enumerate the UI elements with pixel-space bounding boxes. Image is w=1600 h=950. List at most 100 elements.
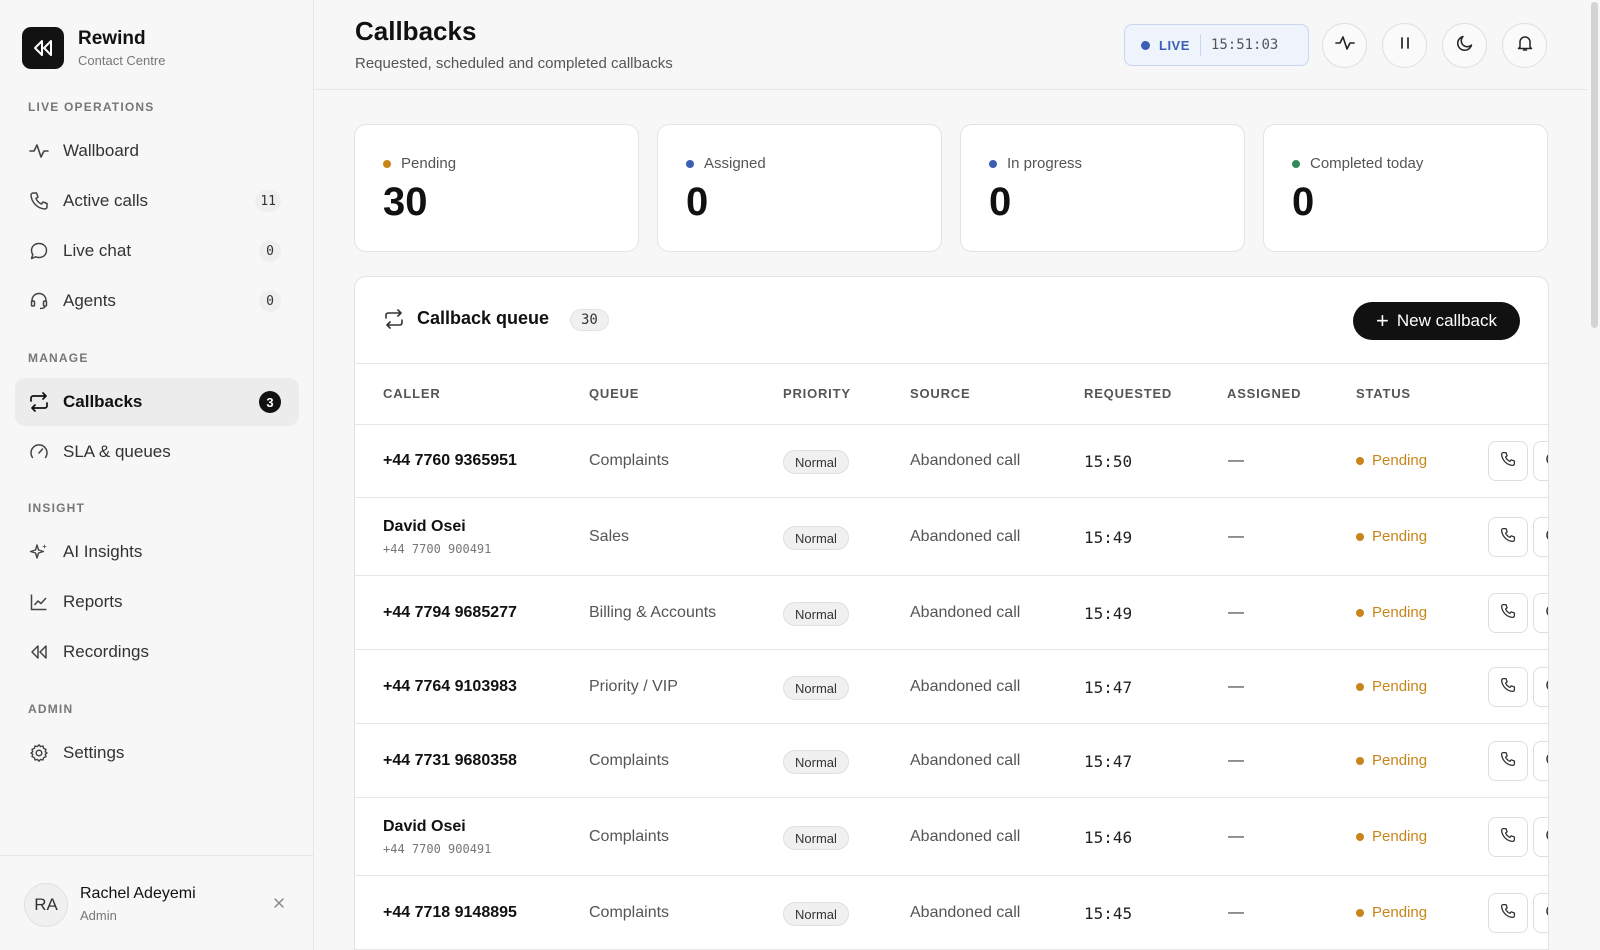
call-back-button[interactable] — [1488, 517, 1528, 557]
source-cell: Abandoned call — [910, 604, 1021, 621]
more-actions-button[interactable] — [1533, 741, 1548, 781]
avatar[interactable]: RA — [24, 883, 68, 927]
more-actions-button[interactable] — [1533, 667, 1548, 707]
scrollbar-thumb[interactable] — [1591, 2, 1598, 328]
status-badge: Pending — [1356, 604, 1427, 621]
column-header-caller[interactable]: CALLER — [383, 386, 441, 401]
table-row[interactable]: +44 7718 9148895 Complaints Normal Aband… — [355, 877, 1548, 950]
sidebar-item-recordings[interactable]: Recordings — [15, 628, 299, 676]
call-back-button[interactable] — [1488, 893, 1528, 933]
sidebar-item-reports[interactable]: Reports — [15, 578, 299, 626]
sidebar-item-label: Active calls — [63, 191, 149, 210]
status-label: Pending — [1372, 752, 1428, 769]
new-callback-label: New callback — [1396, 311, 1497, 330]
sidebar-item-sla-queues[interactable]: SLA & queues — [15, 428, 299, 476]
status-dot-icon — [383, 159, 391, 168]
call-back-button[interactable] — [1488, 441, 1528, 481]
table-row[interactable]: +44 7794 9685277 Billing & Accounts Norm… — [355, 577, 1548, 650]
source-cell: Abandoned call — [910, 828, 1021, 845]
requested-time: 15:47 — [1084, 678, 1133, 697]
priority-badge: Normal — [783, 602, 849, 626]
chart-line-icon — [28, 591, 50, 613]
column-header-status[interactable]: STATUS — [1356, 386, 1411, 401]
new-callback-button[interactable]: + New callback — [1353, 302, 1520, 340]
status-label: Pending — [1372, 678, 1428, 695]
callbacks-badge: 3 — [259, 391, 281, 413]
assigned-cell: — — [1228, 528, 1244, 545]
status-badge: Pending — [1356, 828, 1427, 845]
live-dot-icon — [1141, 40, 1150, 50]
source-cell: Abandoned call — [910, 452, 1021, 469]
more-actions-button[interactable] — [1533, 893, 1548, 933]
priority-badge: Normal — [783, 676, 849, 700]
column-header-source[interactable]: SOURCE — [910, 386, 970, 401]
more-actions-button[interactable] — [1533, 441, 1548, 481]
live-indicator[interactable]: LIVE 15:51:03 — [1124, 24, 1309, 66]
stat-card-in-progress: In progress 0 — [960, 124, 1245, 252]
priority-badge: Normal — [783, 750, 849, 774]
requested-time: 15:49 — [1084, 528, 1133, 547]
column-header-priority[interactable]: PRIORITY — [783, 386, 851, 401]
more-actions-button[interactable] — [1533, 817, 1548, 857]
status-dot-icon — [1292, 159, 1300, 168]
more-actions-button[interactable] — [1533, 517, 1548, 557]
sidebar-item-wallboard[interactable]: Wallboard — [15, 127, 299, 175]
sidebar-item-label: AI Insights — [63, 542, 143, 561]
sidebar-item-label: Wallboard — [63, 141, 139, 160]
column-header-requested[interactable]: REQUESTED — [1084, 386, 1172, 401]
source-cell: Abandoned call — [910, 904, 1021, 921]
table-row[interactable]: +44 7764 9103983 Priority / VIP Normal A… — [355, 651, 1548, 724]
column-header-queue[interactable]: QUEUE — [589, 386, 639, 401]
stat-value: 0 — [686, 180, 709, 224]
sidebar-item-agents[interactable]: Agents 0 — [15, 277, 299, 325]
status-label: Pending — [1372, 904, 1428, 921]
pause-button[interactable] — [1382, 23, 1427, 68]
active-calls-badge: 11 — [255, 190, 281, 212]
stat-label: Assigned — [704, 155, 766, 172]
table-row[interactable]: +44 7760 9365951 Complaints Normal Aband… — [355, 425, 1548, 498]
table-row[interactable]: +44 7731 9680358 Complaints Normal Aband… — [355, 725, 1548, 798]
table-row[interactable]: David Osei +44 7700 900491 Complaints No… — [355, 799, 1548, 876]
call-back-button[interactable] — [1488, 667, 1528, 707]
requested-time: 15:50 — [1084, 452, 1133, 471]
sidebar-item-ai-insights[interactable]: AI Insights — [15, 528, 299, 576]
gauge-icon — [28, 441, 50, 463]
more-actions-button[interactable] — [1533, 593, 1548, 633]
page-scrollbar[interactable] — [1588, 0, 1600, 950]
activity-button[interactable] — [1322, 23, 1367, 68]
sidebar-item-settings[interactable]: Settings — [15, 729, 299, 777]
caller-number: +44 7700 900491 — [383, 842, 492, 856]
assigned-cell: — — [1228, 452, 1244, 469]
stat-value: 0 — [989, 180, 1012, 224]
call-back-button[interactable] — [1488, 741, 1528, 781]
sidebar-item-active-calls[interactable]: Active calls 11 — [15, 177, 299, 225]
clock-icon — [1545, 527, 1548, 548]
sparkles-icon — [28, 541, 50, 563]
assigned-cell: — — [1228, 752, 1244, 769]
column-header-assigned[interactable]: ASSIGNED — [1227, 386, 1301, 401]
sidebar-item-callbacks[interactable]: Callbacks 3 — [15, 378, 299, 426]
source-cell: Abandoned call — [910, 752, 1021, 769]
brand-name: Rewind — [78, 28, 146, 49]
headset-icon — [28, 290, 50, 312]
pause-icon — [1397, 35, 1413, 56]
call-back-button[interactable] — [1488, 593, 1528, 633]
theme-toggle-button[interactable] — [1442, 23, 1487, 68]
brand[interactable]: Rewind Contact Centre — [22, 27, 165, 69]
clock-icon — [1545, 903, 1548, 924]
sidebar-item-label: Recordings — [63, 642, 149, 661]
call-back-button[interactable] — [1488, 817, 1528, 857]
live-clock: 15:51:03 — [1210, 37, 1279, 53]
queue-title: Callback queue — [417, 308, 550, 328]
phone-icon — [1500, 451, 1516, 472]
notifications-button[interactable] — [1502, 23, 1547, 68]
phone-icon — [1500, 603, 1516, 624]
queue-count-badge: 30 — [570, 309, 609, 331]
status-label: Pending — [1372, 528, 1428, 545]
clock-icon — [1545, 677, 1548, 698]
table-row[interactable]: David Osei +44 7700 900491 Sales Normal … — [355, 499, 1548, 576]
repeat-icon — [383, 309, 405, 334]
close-icon[interactable] — [272, 896, 288, 912]
sidebar-item-live-chat[interactable]: Live chat 0 — [15, 227, 299, 275]
nav-section-live-operations: LIVE OPERATIONS — [28, 100, 155, 114]
